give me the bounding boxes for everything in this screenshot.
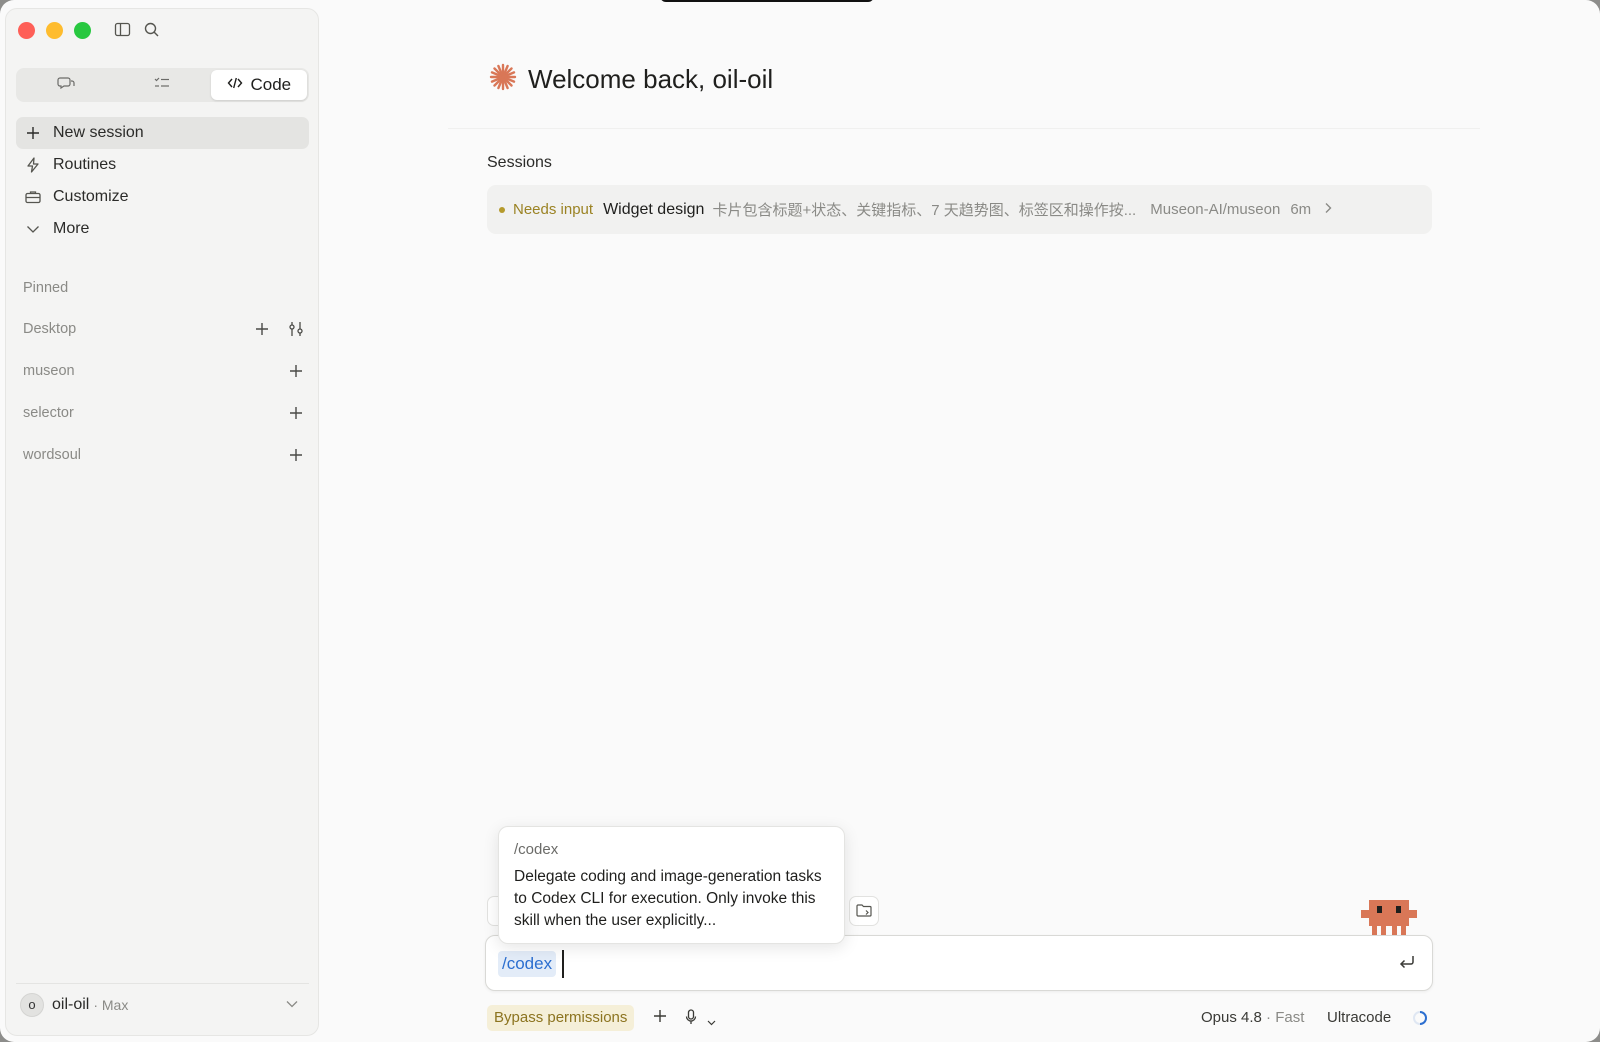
camera-notch [660, 0, 874, 2]
zoom-window-button[interactable] [74, 22, 91, 39]
folder-icon [856, 903, 872, 920]
briefcase-icon [25, 189, 41, 205]
sparkle-logo-icon [488, 62, 518, 97]
session-title: Widget design [603, 200, 705, 218]
project-name: selector [23, 405, 74, 421]
mode-switch: Code [16, 68, 309, 102]
add-session-plus-icon[interactable] [285, 402, 307, 424]
project-row-selector[interactable]: selector [23, 401, 307, 425]
folder-button[interactable] [849, 896, 879, 926]
status-badge: Needs input [513, 201, 594, 218]
window-controls [18, 22, 91, 39]
nav-label: New session [53, 124, 144, 141]
permissions-button[interactable]: Bypass permissions [487, 1005, 635, 1031]
project-row-museon[interactable]: museon [23, 359, 307, 383]
session-time: 6m [1290, 201, 1312, 218]
loading-spinner-icon [1412, 1010, 1428, 1031]
plus-icon [25, 125, 41, 141]
suggestion-command: /codex [514, 841, 559, 858]
sidebar: Code New session Routines Customize More… [5, 8, 319, 1036]
chat-mode-tab[interactable] [18, 70, 114, 100]
search-icon[interactable] [143, 21, 160, 38]
model-speed: · Fast [1266, 1009, 1305, 1026]
status-dot [499, 206, 505, 213]
tasks-mode-tab[interactable] [114, 70, 210, 100]
divider [448, 128, 1480, 129]
new-session-button[interactable]: New session [16, 117, 309, 149]
chevron-down-icon [25, 221, 41, 237]
model-selector[interactable]: Opus 4.8 · Fast [1201, 1009, 1304, 1026]
lightning-icon [25, 157, 41, 173]
project-row-desktop[interactable]: Desktop [23, 317, 307, 341]
app-window: Code New session Routines Customize More… [0, 0, 1600, 1042]
microphone-icon[interactable] [685, 1009, 697, 1030]
sidebar-toggle-icon[interactable] [114, 21, 131, 38]
model-name: Opus 4.8 [1201, 1009, 1262, 1026]
session-description: 卡片包含标题+状态、关键指标、7 天趋势图、标签区和操作按... [712, 202, 1137, 219]
nav-label: Customize [53, 188, 129, 205]
minimize-window-button[interactable] [46, 22, 63, 39]
pinned-label: Pinned [23, 280, 69, 296]
sidebar-top-icons [114, 21, 160, 38]
project-name: wordsoul [23, 447, 82, 463]
add-session-plus-icon[interactable] [251, 318, 273, 340]
tasks-icon [153, 75, 171, 96]
project-name: Desktop [23, 321, 77, 337]
user-plan: · Max [93, 996, 129, 1013]
session-repo: Museon-AI/museon [1150, 201, 1281, 218]
project-name: museon [23, 363, 75, 379]
customize-nav-item[interactable]: Customize [16, 181, 309, 213]
account-menu-button[interactable]: o oil-oil · Max [16, 983, 309, 1025]
add-session-plus-icon[interactable] [285, 444, 307, 466]
chevron-down-icon [285, 996, 299, 1014]
filter-sliders-icon[interactable] [285, 318, 307, 340]
sidebar-nav: New session Routines Customize More [16, 117, 309, 245]
avatar: o [20, 992, 44, 1017]
code-icon [227, 75, 243, 95]
user-name: oil-oil [52, 995, 90, 1013]
nav-label: More [53, 220, 90, 237]
more-nav-item[interactable]: More [16, 213, 309, 245]
suggestion-description: Delegate coding and image-generation tas… [514, 868, 822, 929]
close-window-button[interactable] [18, 22, 35, 39]
session-row[interactable]: Needs input Widget design 卡片包含标题+状态、关键指标… [487, 185, 1432, 234]
chat-icon [57, 75, 75, 96]
add-attachment-plus-icon[interactable] [653, 1009, 667, 1028]
project-row-wordsoul[interactable]: wordsoul [23, 443, 307, 467]
sessions-heading: Sessions [487, 154, 552, 171]
text-caret [562, 950, 564, 978]
slash-command-token[interactable]: /codex [498, 951, 557, 977]
page-title: Welcome back, oil-oil [528, 64, 774, 94]
chevron-down-icon[interactable] [707, 1013, 716, 1031]
mode-selector[interactable]: Ultracode [1327, 1009, 1391, 1026]
code-mode-label: Code [250, 75, 292, 94]
welcome-header: Welcome back, oil-oil [488, 62, 773, 97]
add-session-plus-icon[interactable] [285, 360, 307, 382]
composer-footer: Bypass permissions Opus 4.8 · Fast Ultra… [487, 1003, 1432, 1033]
enter-send-icon[interactable] [1398, 954, 1416, 975]
nav-label: Routines [53, 156, 117, 173]
command-suggestion-popover[interactable]: /codex Delegate coding and image-generat… [498, 826, 845, 944]
code-mode-tab[interactable]: Code [210, 70, 307, 100]
chevron-right-icon [1323, 201, 1333, 218]
routines-nav-item[interactable]: Routines [16, 149, 309, 181]
